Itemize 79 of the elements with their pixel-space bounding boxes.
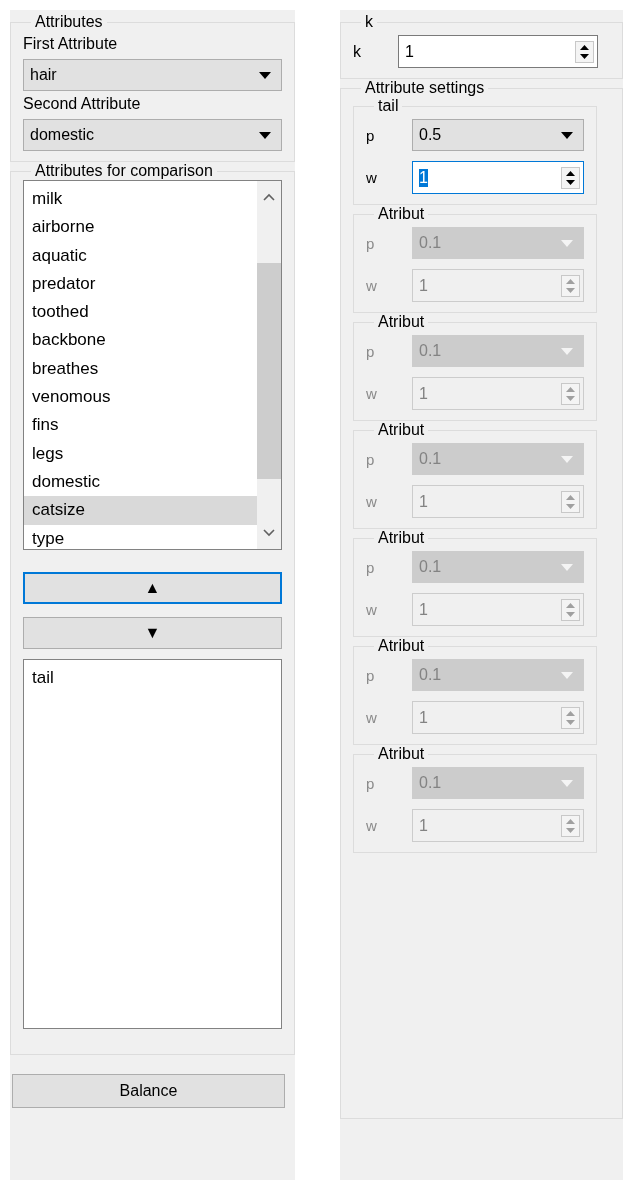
list-item[interactable]: tail [24, 664, 281, 693]
group-title: Atribut [377, 421, 426, 439]
group-title: k [364, 13, 374, 31]
spin-down-icon [566, 179, 575, 185]
spin-field[interactable]: 1 [398, 35, 598, 68]
spin-up-icon [566, 386, 575, 392]
list-item[interactable]: airborne [24, 213, 257, 242]
spin-up-icon [566, 710, 575, 716]
spin-down-icon [566, 611, 575, 617]
group-title: Attributes for comparison [34, 162, 214, 180]
field-label: w [366, 277, 378, 294]
scrollbar[interactable] [257, 181, 281, 549]
chevron-up-icon [263, 193, 275, 201]
spin-down-icon [566, 287, 575, 293]
list-item[interactable]: legs [24, 439, 257, 468]
move-up-button[interactable]: ▲ [23, 572, 282, 604]
spin-down-icon [580, 53, 589, 59]
list-item[interactable]: breathes [24, 354, 257, 384]
caret-icon [561, 455, 573, 463]
move-down-button[interactable]: ▼ [23, 617, 282, 649]
group-title: Attributes [34, 13, 104, 31]
list-item[interactable]: toothed [24, 298, 257, 327]
group-title: tail [377, 97, 400, 115]
group-title: Atribut [377, 205, 426, 223]
balance-button[interactable]: Balance [12, 1074, 285, 1108]
spin-down-icon [566, 719, 575, 725]
field-label: w [366, 709, 378, 726]
list-item[interactable]: milk [24, 185, 257, 214]
spin-down-icon [566, 503, 575, 509]
field-label: w [366, 817, 378, 834]
dropdown[interactable]: domestic [23, 119, 282, 151]
list-item[interactable]: type [24, 524, 257, 549]
field-label: p [366, 450, 376, 468]
field-label: w [366, 385, 378, 402]
spin-up-icon [566, 818, 575, 824]
group-title: Atribut [377, 313, 426, 331]
list-item[interactable]: domestic [24, 467, 257, 497]
caret-icon [561, 671, 573, 679]
field-label: w [366, 169, 378, 186]
group-title: Atribut [377, 637, 426, 655]
spin-up-icon [566, 494, 575, 500]
caret-icon [561, 131, 573, 139]
field-label: p [366, 342, 376, 360]
caret-icon [259, 131, 271, 139]
list-item[interactable]: fins [24, 411, 257, 440]
field-label: w [366, 493, 378, 510]
spin-field[interactable]: 1 [412, 161, 584, 194]
spin-down-icon [566, 395, 575, 401]
list-item[interactable]: catsize [24, 496, 257, 525]
spin-up-icon [566, 170, 575, 176]
field-label: First Attribute [23, 35, 119, 53]
chevron-down-icon [263, 529, 275, 537]
scrollbar-thumb[interactable] [257, 263, 281, 479]
field-label: p [366, 126, 376, 144]
group-title: Attribute settings [364, 79, 486, 97]
group-title: Atribut [377, 745, 426, 763]
dropdown[interactable]: 0.5 [412, 119, 584, 151]
field-label: Second Attribute [23, 95, 142, 113]
field-label: p [366, 558, 376, 576]
caret-icon [561, 779, 573, 787]
group-title: Atribut [377, 529, 426, 547]
field-label: w [366, 601, 378, 618]
list-item[interactable]: aquatic [24, 241, 257, 270]
list-item[interactable]: venomous [24, 383, 257, 412]
caret-icon [561, 347, 573, 355]
caret-icon [259, 71, 271, 79]
caret-icon [561, 239, 573, 247]
caret-icon [561, 563, 573, 571]
list-item[interactable]: backbone [24, 326, 257, 355]
spin-up-icon [566, 278, 575, 284]
field-label: p [366, 774, 376, 792]
spin-up-icon [566, 602, 575, 608]
field-label: p [366, 666, 376, 684]
dropdown[interactable]: hair [23, 59, 282, 91]
field-label: p [366, 234, 376, 252]
spin-down-icon [566, 827, 575, 833]
list-item[interactable]: predator [24, 269, 257, 299]
spin-up-icon [580, 44, 589, 50]
field-label: k [353, 42, 362, 61]
